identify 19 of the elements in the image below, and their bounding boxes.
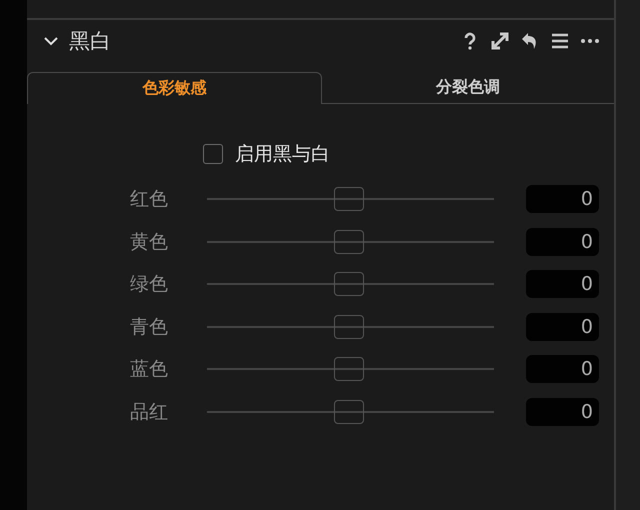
slider-label: 青色 bbox=[130, 314, 169, 340]
menu-icon[interactable] bbox=[550, 31, 570, 51]
checkbox-label: 启用黑与白 bbox=[235, 142, 330, 167]
expand-icon[interactable] bbox=[490, 31, 510, 51]
slider-track[interactable] bbox=[207, 230, 494, 254]
slider-label: 绿色 bbox=[130, 272, 169, 297]
slider-track[interactable] bbox=[207, 357, 494, 381]
tab[interactable]: 色彩敏感 bbox=[27, 72, 322, 104]
slider-track[interactable] bbox=[207, 314, 494, 338]
slider-label: 黄色 bbox=[130, 230, 169, 254]
slider-track[interactable] bbox=[207, 187, 494, 211]
checkbox[interactable] bbox=[203, 144, 223, 164]
slider-label: 蓝色 bbox=[130, 357, 169, 382]
slider-label: 品红 bbox=[130, 400, 169, 424]
slider-label: 红色 bbox=[130, 187, 169, 212]
slider-track[interactable] bbox=[207, 400, 494, 424]
tab[interactable]: 分裂色调 bbox=[322, 72, 614, 104]
panel-title: 黑白 bbox=[69, 28, 112, 55]
slider-track[interactable] bbox=[207, 272, 494, 296]
